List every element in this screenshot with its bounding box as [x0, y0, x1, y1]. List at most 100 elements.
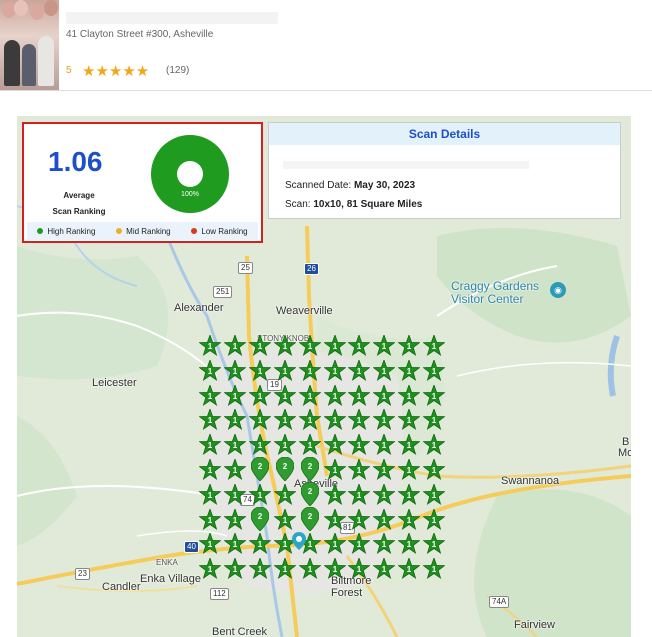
rank-pin[interactable]: 1 — [372, 383, 396, 407]
rank-pin[interactable]: 1 — [347, 507, 371, 531]
map-label-alexander: Alexander — [174, 302, 224, 314]
rank-pin[interactable]: 1 — [422, 333, 446, 357]
rank-pin[interactable]: 1 — [323, 358, 347, 382]
rank-pin[interactable]: 1 — [372, 333, 396, 357]
rank-pin[interactable]: 1 — [198, 407, 222, 431]
rank-pin[interactable]: 1 — [422, 482, 446, 506]
rank-pin[interactable]: 1 — [422, 507, 446, 531]
rank-pin[interactable]: 1 — [422, 358, 446, 382]
rank-pin[interactable]: 1 — [372, 507, 396, 531]
rank-pin[interactable]: 1 — [298, 556, 322, 580]
rank-pin[interactable]: 1 — [397, 383, 421, 407]
rank-pin[interactable]: 1 — [248, 407, 272, 431]
rank-pin[interactable]: 1 — [347, 432, 371, 456]
rank-pin[interactable]: 1 — [397, 333, 421, 357]
rank-pin[interactable]: 2 — [300, 456, 320, 482]
rank-pin[interactable]: 1 — [198, 482, 222, 506]
rank-pin[interactable]: 1 — [323, 531, 347, 555]
rank-pin[interactable]: 1 — [273, 432, 297, 456]
rank-pin[interactable]: 1 — [223, 457, 247, 481]
rank-pin[interactable]: 1 — [323, 333, 347, 357]
rank-pin[interactable]: 1 — [397, 482, 421, 506]
rank-pin[interactable]: 1 — [273, 482, 297, 506]
rank-pin[interactable]: 1 — [223, 358, 247, 382]
rank-pin[interactable]: 1 — [223, 556, 247, 580]
rank-pin[interactable]: 1 — [323, 383, 347, 407]
rank-pin[interactable]: 1 — [422, 407, 446, 431]
rank-pin[interactable]: 1 — [198, 556, 222, 580]
rank-pin[interactable]: 1 — [198, 432, 222, 456]
rank-pin[interactable]: 1 — [422, 531, 446, 555]
rank-pin[interactable]: 1 — [298, 333, 322, 357]
rank-pin[interactable]: 1 — [323, 556, 347, 580]
rank-pin[interactable]: 1 — [323, 407, 347, 431]
rank-pin[interactable]: 2 — [300, 481, 320, 507]
rank-pin[interactable]: 1 — [198, 383, 222, 407]
rank-pin[interactable]: 1 — [422, 383, 446, 407]
rank-pin[interactable]: 1 — [223, 432, 247, 456]
rank-pin[interactable]: 1 — [397, 432, 421, 456]
rank-pin[interactable]: 1 — [198, 457, 222, 481]
rank-pin[interactable]: 1 — [372, 457, 396, 481]
rank-pin[interactable]: 1 — [422, 556, 446, 580]
rank-pin[interactable]: 1 — [347, 482, 371, 506]
rank-pin[interactable]: 1 — [248, 432, 272, 456]
rank-pin[interactable]: 1 — [323, 432, 347, 456]
rank-pin[interactable]: 1 — [298, 432, 322, 456]
rank-pin[interactable]: 2 — [275, 456, 295, 482]
rank-pin[interactable]: 2 — [250, 506, 270, 532]
rank-pin[interactable]: 1 — [223, 383, 247, 407]
business-location-pin-icon[interactable] — [292, 532, 306, 550]
rank-pin[interactable]: 1 — [397, 457, 421, 481]
rank-pin[interactable]: 2 — [300, 506, 320, 532]
rank-pin[interactable]: 1 — [347, 333, 371, 357]
rank-pin[interactable]: 1 — [248, 333, 272, 357]
rank-pin[interactable]: 1 — [347, 358, 371, 382]
rank-pin[interactable]: 1 — [273, 383, 297, 407]
rank-pin[interactable]: 1 — [372, 407, 396, 431]
rank-pin[interactable]: 1 — [347, 457, 371, 481]
rank-pin[interactable]: 1 — [248, 358, 272, 382]
rank-pin[interactable]: 1 — [372, 531, 396, 555]
rank-pin[interactable]: 1 — [347, 383, 371, 407]
rank-pin[interactable]: 1 — [273, 358, 297, 382]
rank-pin[interactable]: 1 — [248, 531, 272, 555]
rank-pin[interactable]: 1 — [422, 457, 446, 481]
rank-pin[interactable]: 1 — [397, 531, 421, 555]
rank-pin[interactable]: 1 — [198, 507, 222, 531]
rank-pin[interactable]: 1 — [372, 358, 396, 382]
rank-pin[interactable]: 1 — [347, 556, 371, 580]
rank-pin[interactable]: 1 — [248, 556, 272, 580]
rank-pin[interactable]: 1 — [273, 507, 297, 531]
rank-pin[interactable]: 1 — [323, 482, 347, 506]
rank-pin[interactable]: 1 — [273, 407, 297, 431]
rank-pin[interactable]: 1 — [397, 407, 421, 431]
rank-pin[interactable]: 2 — [250, 456, 270, 482]
rank-pin[interactable]: 1 — [198, 358, 222, 382]
rank-pin[interactable]: 1 — [273, 333, 297, 357]
rank-pin[interactable]: 1 — [347, 531, 371, 555]
rank-pin[interactable]: 1 — [223, 482, 247, 506]
rank-pin[interactable]: 1 — [347, 407, 371, 431]
rank-pin[interactable]: 1 — [323, 507, 347, 531]
rank-pin[interactable]: 1 — [223, 531, 247, 555]
rank-pin[interactable]: 1 — [298, 407, 322, 431]
rank-pin[interactable]: 1 — [248, 482, 272, 506]
rank-pin[interactable]: 1 — [273, 556, 297, 580]
rank-pin[interactable]: 1 — [223, 333, 247, 357]
rank-pin[interactable]: 1 — [298, 358, 322, 382]
rank-pin[interactable]: 1 — [198, 531, 222, 555]
rank-pin[interactable]: 1 — [223, 507, 247, 531]
rank-pin[interactable]: 1 — [323, 457, 347, 481]
rank-pin[interactable]: 1 — [397, 358, 421, 382]
rank-pin[interactable]: 1 — [422, 432, 446, 456]
rank-pin[interactable]: 1 — [248, 383, 272, 407]
rank-pin[interactable]: 1 — [372, 482, 396, 506]
rank-pin[interactable]: 1 — [372, 556, 396, 580]
rank-pin[interactable]: 1 — [397, 556, 421, 580]
rank-pin[interactable]: 1 — [198, 333, 222, 357]
rank-pin[interactable]: 1 — [223, 407, 247, 431]
rank-pin[interactable]: 1 — [298, 383, 322, 407]
rank-pin[interactable]: 1 — [397, 507, 421, 531]
rank-pin[interactable]: 1 — [372, 432, 396, 456]
